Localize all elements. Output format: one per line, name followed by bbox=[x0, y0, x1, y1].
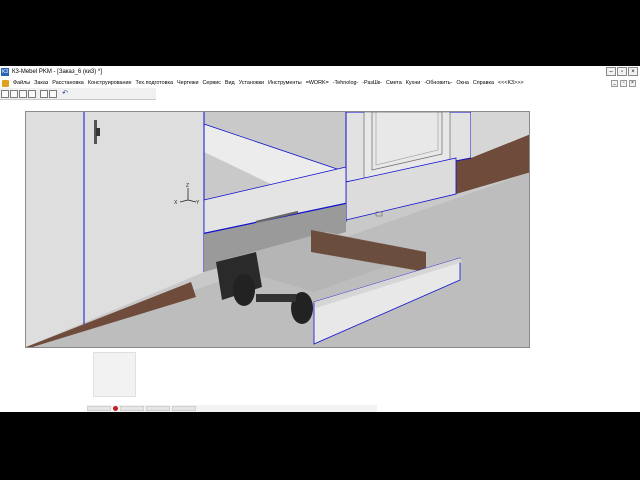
3d-viewport[interactable]: Z X Y bbox=[25, 111, 530, 348]
standard-toolbar: ↶ bbox=[0, 88, 156, 100]
menu-item-razshk[interactable]: -РазШк- bbox=[360, 78, 384, 88]
video-letterbox-top bbox=[0, 0, 640, 66]
restore-button[interactable]: ▫ bbox=[617, 67, 627, 76]
menu-item-drawings[interactable]: Чертежи bbox=[175, 78, 200, 88]
status-cell-2 bbox=[120, 406, 144, 411]
minimize-button[interactable]: – bbox=[606, 67, 616, 76]
menu-item-update[interactable]: -Обновить- bbox=[422, 78, 454, 88]
status-cell-4 bbox=[172, 406, 196, 411]
app-window: K3 К3-Mebel PKM - [Заказ_6 (ки3) *] – ▫ … bbox=[0, 66, 640, 412]
menu-item-help[interactable]: Справка bbox=[471, 78, 496, 88]
save-icon[interactable] bbox=[28, 89, 36, 98]
menu-item-tehnolog[interactable]: -Tehnolog- bbox=[331, 78, 360, 88]
menu-item-design[interactable]: Конструирование bbox=[86, 78, 134, 88]
menu-item-view[interactable]: Вид bbox=[223, 78, 237, 88]
menu-item-work[interactable]: =WORK= bbox=[304, 78, 331, 88]
new-doc-icon[interactable] bbox=[1, 89, 9, 98]
title-bar: K3 К3-Mebel PKM - [Заказ_6 (ки3) *] – ▫ … bbox=[0, 66, 640, 78]
drawer-wheel-left bbox=[233, 274, 255, 306]
menu-item-order[interactable]: Заказ bbox=[32, 78, 50, 88]
menu-item-kitchens[interactable]: Кухни bbox=[404, 78, 423, 88]
menu-item-files[interactable]: Файлы bbox=[11, 78, 32, 88]
status-bar bbox=[87, 405, 377, 412]
menu-item-tech-prep[interactable]: Тех.подготовка bbox=[134, 78, 175, 88]
menu-item-tools[interactable]: Инструменты bbox=[266, 78, 304, 88]
menu-item-estimate[interactable]: Смета bbox=[384, 78, 404, 88]
mdi-restore-button[interactable]: ▫ bbox=[620, 79, 627, 87]
cabinet-3d-scene: Z X Y bbox=[26, 112, 529, 347]
status-indicator-icon bbox=[113, 406, 118, 411]
print-icon[interactable] bbox=[19, 89, 27, 98]
window-controls: – ▫ × bbox=[606, 67, 638, 76]
window-title: К3-Mebel PKM - [Заказ_6 (ки3) *] bbox=[12, 69, 102, 75]
menu-item-k3[interactable]: <<<K3>>> bbox=[496, 78, 525, 88]
mdi-controls: _ ▫ × bbox=[611, 78, 636, 88]
video-letterbox-bottom bbox=[0, 412, 640, 480]
axis-label-z: Z bbox=[186, 183, 189, 189]
menu-item-windows[interactable]: Окна bbox=[454, 78, 471, 88]
menu-item-placement[interactable]: Расстановка bbox=[50, 78, 86, 88]
properties-icon[interactable] bbox=[49, 89, 57, 98]
mdi-minimize-button[interactable]: _ bbox=[611, 79, 618, 87]
document-menu-icon[interactable] bbox=[2, 79, 9, 87]
app-logo-icon: K3 bbox=[1, 68, 9, 76]
undo-icon[interactable]: ↶ bbox=[61, 90, 69, 98]
menu-item-service[interactable]: Сервис bbox=[200, 78, 222, 88]
drawer-axle bbox=[256, 294, 296, 302]
status-cell-3 bbox=[146, 406, 170, 411]
view-preview-thumbnail[interactable] bbox=[93, 352, 136, 397]
menu-item-settings[interactable]: Установки bbox=[237, 78, 266, 88]
close-button[interactable]: × bbox=[628, 67, 638, 76]
open-folder-icon[interactable] bbox=[10, 89, 18, 98]
status-cell-1 bbox=[87, 406, 111, 411]
mdi-close-button[interactable]: × bbox=[629, 79, 636, 87]
menu-bar: Файлы Заказ Расстановка Конструирование … bbox=[0, 78, 640, 88]
print-preview-icon[interactable] bbox=[40, 89, 48, 98]
left-handle-mount bbox=[96, 128, 100, 136]
